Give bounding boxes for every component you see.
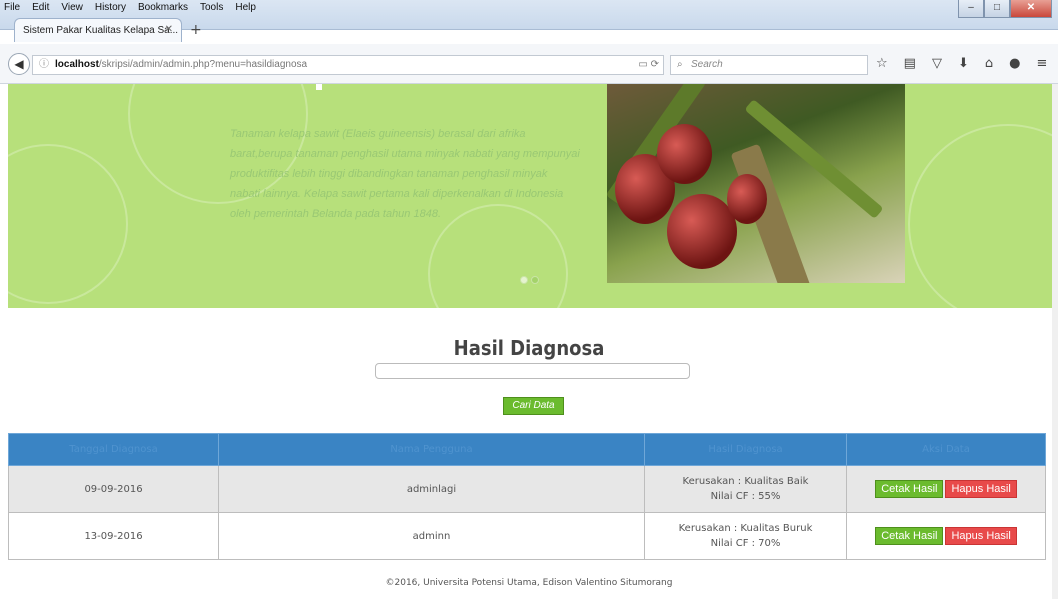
download-icon[interactable]: ⬇ [958,56,969,71]
table-header-row: Tanggal Diagnosa Nama Pengguna Hasil Dia… [8,433,1046,466]
reading-list-icon[interactable]: ▤ [904,56,916,71]
banner-pattern [8,144,128,304]
result-text: Kerusakan : Kualitas Buruk [678,523,813,534]
url-path: /skripsi/admin/admin.php?menu=hasildiagn… [98,59,308,70]
slider-marker [316,84,322,90]
menu-edit[interactable]: Edit [30,2,51,16]
browser-search-input[interactable]: ⌕ Search [670,55,868,75]
fruit-bunch-shape [657,124,712,184]
menu-hamburger-icon[interactable]: ≡ [1036,56,1047,71]
url-host: localhost [55,59,99,70]
new-tab-icon[interactable]: + [190,22,202,38]
palm-oil-image [607,84,905,283]
result-text: Kerusakan : Kualitas Baik [682,476,809,487]
reload-icon[interactable]: ▭ ⟳ [638,56,659,74]
header-actions: Aksi Data [846,433,1046,466]
menu-history[interactable]: History [93,2,128,16]
tab-strip: Sistem Pakar Kualitas Kelapa Sa... ✕ + [0,16,1058,44]
table-row: 13-09-2016 adminn Kerusakan : Kualitas B… [8,512,1046,560]
back-arrow-icon[interactable]: ◀ [8,53,30,75]
print-result-button[interactable]: Cetak Hasil [875,480,944,498]
cell-user: adminn [218,512,645,560]
cell-date: 13-09-2016 [8,512,219,560]
menu-help[interactable]: Help [233,2,258,16]
delete-result-button[interactable]: Hapus Hasil [945,527,1017,545]
menu-view[interactable]: View [59,2,85,16]
cell-result: Kerusakan : Kualitas Buruk Nilai CF : 70… [644,512,847,560]
cf-value: Nilai CF : 70% [710,538,781,549]
table-row: 09-09-2016 adminlagi Kerusakan : Kualita… [8,465,1046,513]
slider-dot-active[interactable] [531,276,539,284]
url-bar[interactable]: ⓘ localhost/skripsi/admin/admin.php?menu… [32,55,664,75]
toolbar-icons: ☆ ▤ ▽ ⬇ ⌂ ● ≡ [876,56,1047,71]
cell-user: adminlagi [218,465,645,513]
browser-tab[interactable]: Sistem Pakar Kualitas Kelapa Sa... ✕ [14,18,182,42]
vertical-scrollbar[interactable] [1052,84,1058,599]
cell-actions: Cetak Hasil Hapus Hasil [846,512,1046,560]
cell-date: 09-09-2016 [8,465,219,513]
fruit-bunch-shape [727,174,767,224]
cell-result: Kerusakan : Kualitas Baik Nilai CF : 55% [644,465,847,513]
menu-bar: File Edit View History Bookmarks Tools H… [2,2,258,16]
chat-icon[interactable]: ● [1009,56,1020,71]
cf-value: Nilai CF : 55% [710,491,781,502]
slider-dots [520,276,539,284]
page-title: Hasil Diagnosa [453,336,605,360]
header-date: Tanggal Diagnosa [8,433,219,466]
pocket-icon[interactable]: ▽ [932,56,942,71]
tab-title: Sistem Pakar Kualitas Kelapa Sa... [23,25,179,36]
search-input[interactable] [375,363,690,379]
diagnosis-table: Tanggal Diagnosa Nama Pengguna Hasil Dia… [8,433,1046,560]
navigation-bar: ◀ ⓘ localhost/skripsi/admin/admin.php?me… [0,44,1058,84]
banner-pattern [908,124,1058,308]
search-placeholder: Search [691,59,723,70]
bookmark-star-icon[interactable]: ☆ [876,56,888,71]
home-icon[interactable]: ⌂ [985,56,993,71]
menu-bookmarks[interactable]: Bookmarks [136,2,190,16]
fruit-bunch-shape [667,194,737,269]
search-button[interactable]: Cari Data [503,397,564,415]
menu-tools[interactable]: Tools [198,2,225,16]
slider-dot[interactable] [520,276,528,284]
tab-close-icon[interactable]: ✕ [165,24,173,35]
hero-banner: Tanaman kelapa sawit (Elaeis guineensis)… [8,84,1058,308]
cell-actions: Cetak Hasil Hapus Hasil [846,465,1046,513]
print-result-button[interactable]: Cetak Hasil [875,527,944,545]
menu-file[interactable]: File [2,2,22,16]
search-icon: ⌕ [677,59,683,70]
header-user: Nama Pengguna [218,433,645,466]
delete-result-button[interactable]: Hapus Hasil [945,480,1017,498]
page-footer: ©2016, Universita Potensi Utama, Edison … [385,578,673,588]
header-result: Hasil Diagnosa [644,433,847,466]
site-info-icon[interactable]: ⓘ [39,56,49,74]
banner-description: Tanaman kelapa sawit (Elaeis guineensis)… [230,128,580,220]
